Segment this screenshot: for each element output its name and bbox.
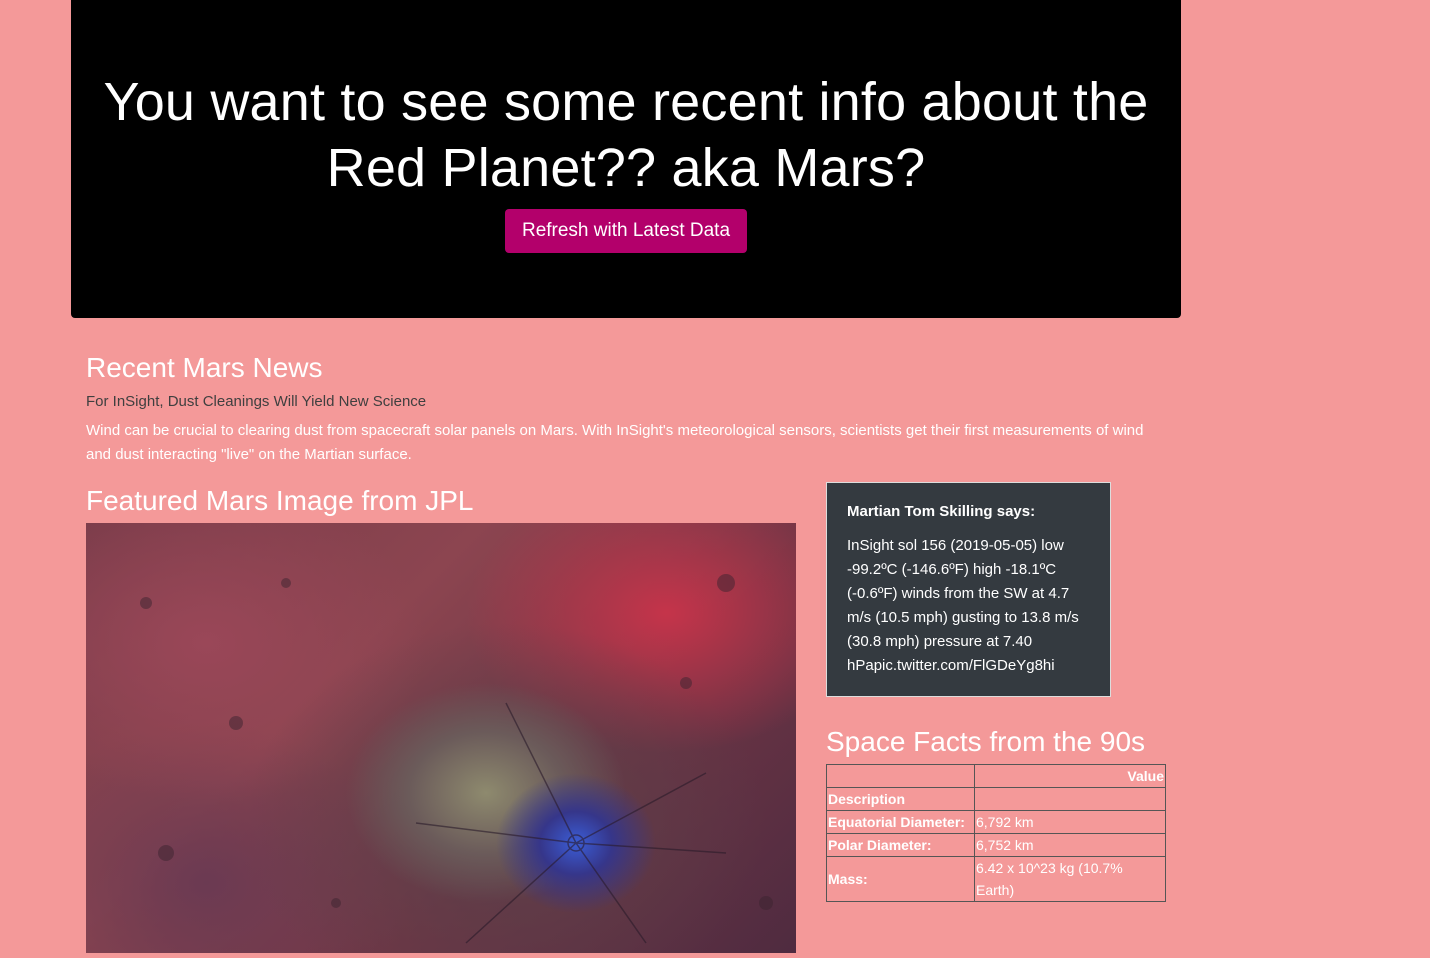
featured-mars-image	[86, 523, 796, 953]
row-label: Polar Diameter:	[826, 833, 975, 857]
description-header: Description	[826, 787, 975, 811]
weather-title: Martian Tom Skilling says:	[847, 503, 1036, 520]
featured-image-section: Featured Mars Image from JPL	[86, 483, 798, 953]
facts-heading: Space Facts from the 90s	[826, 726, 1146, 757]
facts-section: Space Facts from the 90s Value Descripti…	[826, 724, 1166, 902]
jumbotron: You want to see some recent info about t…	[71, 0, 1181, 318]
refresh-button[interactable]: Refresh with Latest Data	[504, 209, 748, 253]
ejecta-rays	[415, 702, 727, 944]
row-label: Equatorial Diameter:	[826, 810, 975, 834]
featured-heading: Featured Mars Image from JPL	[86, 485, 474, 516]
facts-table: Value Description Equatorial Diameter: 6…	[826, 764, 1166, 902]
crater-small	[717, 574, 735, 592]
crater-small	[680, 677, 692, 689]
crater-small	[281, 578, 291, 588]
crater-small	[140, 597, 152, 609]
row-value: 6.42 x 10^23 kg (10.7% Earth)	[974, 856, 1166, 902]
table-row: Polar Diameter: 6,752 km	[826, 833, 1166, 857]
row-label: Mass:	[826, 856, 975, 902]
weather-text: InSight sol 156 (2019-05-05) low -99.2ºC…	[847, 537, 1079, 674]
table-header-row: Value	[826, 764, 1166, 788]
crater-small	[759, 896, 773, 910]
news-section: Recent Mars News For InSight, Dust Clean…	[86, 350, 1166, 467]
page-title: You want to see some recent info about t…	[103, 72, 1149, 198]
crater-small	[158, 845, 174, 861]
weather-tweet-card: Martian Tom Skilling says: InSight sol 1…	[826, 482, 1111, 697]
value-column-header: Value	[974, 764, 1166, 788]
table-corner	[826, 764, 975, 788]
row-value: 6,752 km	[974, 833, 1166, 857]
row-value: 6,792 km	[974, 810, 1166, 834]
news-title: For InSight, Dust Cleanings Will Yield N…	[86, 393, 427, 410]
crater-small	[229, 716, 243, 730]
crater-small	[331, 898, 341, 908]
table-index-row: Description	[826, 787, 1166, 811]
news-paragraph: Wind can be crucial to clearing dust fro…	[86, 422, 1144, 463]
table-row: Mass: 6.42 x 10^23 kg (10.7% Earth)	[826, 856, 1166, 902]
table-row: Equatorial Diameter: 6,792 km	[826, 810, 1166, 834]
crater-overlay	[140, 574, 773, 944]
news-heading: Recent Mars News	[86, 352, 323, 383]
table-cell	[974, 787, 1166, 811]
